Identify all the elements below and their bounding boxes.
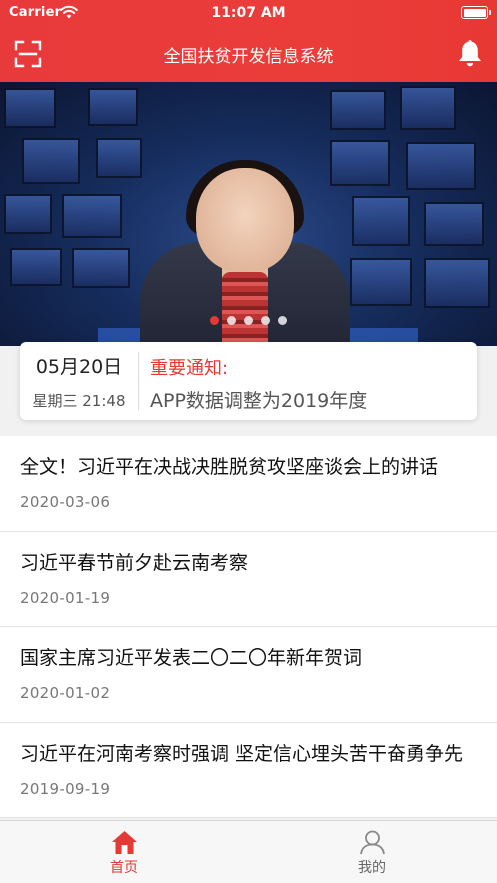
news-title: 全文！习近平在决战决胜脱贫攻坚座谈会上的讲话 (20, 456, 439, 478)
banner-carousel[interactable] (0, 82, 497, 346)
carousel-dot[interactable] (244, 316, 253, 325)
tab-mine-label: 我的 (358, 860, 386, 876)
home-icon (112, 831, 137, 854)
notice-text: APP数据调整为2019年度 (150, 390, 368, 412)
news-date: 2020-01-02 (20, 684, 111, 702)
news-title: 国家主席习近平发表二〇二〇年新年贺词 (20, 647, 363, 669)
carousel-indicators (0, 316, 497, 325)
list-item[interactable]: 习近平春节前夕赴云南考察 2020-01-19 (0, 531, 497, 627)
list-item[interactable]: 全文！习近平在决战决胜脱贫攻坚座谈会上的讲话 2020-03-06 (0, 436, 497, 532)
tab-home[interactable]: 首页 (64, 821, 184, 883)
carousel-dot[interactable] (210, 316, 219, 325)
carousel-dot[interactable] (278, 316, 287, 325)
divider (138, 352, 139, 410)
battery-icon (461, 6, 491, 19)
news-date: 2020-01-19 (20, 588, 111, 607)
notice-weekday-time: 星期三 21:48 (32, 392, 126, 410)
page-title: 全国扶贫开发信息系统 (163, 47, 334, 67)
carousel-dot[interactable] (227, 316, 236, 325)
carousel-dot[interactable] (261, 316, 270, 325)
bell-icon[interactable] (457, 38, 483, 68)
status-bar: Carrier 11:07 AM (0, 0, 497, 26)
list-item[interactable]: 习近平在河南考察时强调 坚定信心埋头苦干奋勇争先 2019-09-19 (0, 722, 497, 818)
user-icon (360, 830, 385, 855)
list-item[interactable]: 国家主席习近平发表二〇二〇年新年贺词 2020-01-02 (0, 627, 497, 723)
notice-heading: 重要通知: (150, 358, 229, 379)
notice-card[interactable]: 05月20日 星期三 21:48 重要通知: APP数据调整为2019年度 (20, 342, 477, 420)
news-date: 2020-03-06 (20, 493, 111, 511)
news-title: 习近平在河南考察时强调 坚定信心埋头苦干奋勇争先 (20, 742, 464, 765)
notice-date: 05月20日 (35, 356, 123, 378)
status-time: 11:07 AM (211, 5, 286, 21)
tab-home-label: 首页 (110, 860, 138, 876)
tab-bar: 首页 我的 (0, 820, 497, 883)
banner-image (0, 82, 497, 346)
news-date: 2019-09-19 (20, 779, 111, 798)
app-header: Carrier 11:07 AM 全国扶贫开发信息系统 (0, 0, 497, 82)
news-title: 习近平春节前夕赴云南考察 (20, 551, 249, 574)
news-list: 全文！习近平在决战决胜脱贫攻坚座谈会上的讲话 2020-03-06 习近平春节前… (0, 436, 497, 818)
tab-mine[interactable]: 我的 (312, 821, 432, 883)
